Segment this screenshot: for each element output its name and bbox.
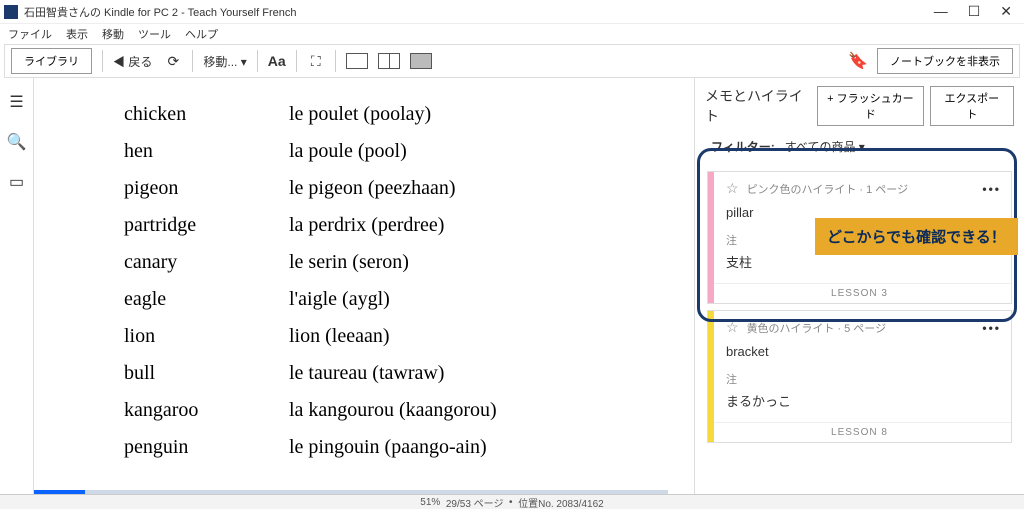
highlight-color-yellow <box>708 311 714 442</box>
toolbar: ライブラリ ◀ 戻る ⟳ 移動... ▾ Aa ⛶ 🔖 ノートブックを非表示 <box>4 44 1020 78</box>
font-button[interactable]: Aa <box>268 52 286 70</box>
status-pages: 29/53 ページ <box>446 495 504 510</box>
single-page-icon[interactable] <box>346 53 368 69</box>
reading-progress-bar[interactable] <box>34 490 668 494</box>
highlight-word: bracket <box>708 342 1011 369</box>
statusbar: 51% 29/53 ページ • 位置No. 2083/4162 <box>0 494 1024 509</box>
more-icon[interactable]: ••• <box>982 321 1001 335</box>
toolbar-divider <box>335 50 336 72</box>
grid-view-icon[interactable] <box>410 53 432 69</box>
toolbar-divider <box>296 50 297 72</box>
flashcard-button[interactable]: + フラッシュカード <box>817 86 924 126</box>
vocab-row: chickenle poulet (poolay) <box>124 96 634 133</box>
menu-file[interactable]: ファイル <box>8 26 52 42</box>
toolbar-divider <box>102 50 103 72</box>
export-button[interactable]: エクスポート <box>930 86 1014 126</box>
vocab-row: bullle taureau (tawraw) <box>124 355 634 392</box>
fullscreen-icon[interactable]: ⛶ <box>307 52 325 70</box>
search-icon[interactable]: 🔍 <box>7 132 27 152</box>
vocab-row: partridgela perdrix (perdree) <box>124 207 634 244</box>
star-icon[interactable]: ☆ <box>726 319 739 336</box>
sidebar-title: メモとハイライト <box>705 86 811 126</box>
minimize-button[interactable]: — <box>934 3 948 20</box>
menu-move[interactable]: 移動 <box>102 26 124 42</box>
filter-dropdown[interactable]: すべての商品 ▾ <box>785 138 865 155</box>
two-page-icon[interactable] <box>378 53 400 69</box>
vocab-row: canaryle serin (seron) <box>124 244 634 281</box>
maximize-button[interactable]: ☐ <box>968 3 981 20</box>
reader-pane: chickenle poulet (poolay) henla poule (p… <box>34 78 694 494</box>
lesson-label: LESSON 8 <box>708 422 1011 442</box>
star-icon[interactable]: ☆ <box>726 180 739 197</box>
menu-help[interactable]: ヘルプ <box>185 26 218 42</box>
window-title: 石田智貴さんの Kindle for PC 2 - Teach Yourself… <box>24 4 934 20</box>
library-button[interactable]: ライブラリ <box>11 48 92 74</box>
menu-tool[interactable]: ツール <box>138 26 171 42</box>
bookmark-icon[interactable]: 🔖 <box>849 52 867 70</box>
vocab-row: eaglel'aigle (aygl) <box>124 281 634 318</box>
toolbar-divider <box>192 50 193 72</box>
vocab-row: penguinle pingouin (paango-ain) <box>124 429 634 466</box>
app-icon <box>4 5 18 19</box>
window-titlebar: 石田智貴さんの Kindle for PC 2 - Teach Yourself… <box>0 0 1024 24</box>
back-button[interactable]: ◀ 戻る <box>113 53 152 70</box>
left-icon-strip: ☰ 🔍 ▭ <box>0 78 34 494</box>
more-icon[interactable]: ••• <box>982 182 1001 196</box>
cards-icon[interactable]: ▭ <box>9 172 24 192</box>
annotation-label: どこからでも確認できる！ <box>815 218 1018 255</box>
lesson-label: LESSON 3 <box>708 283 1011 303</box>
vocab-row: henla poule (pool) <box>124 133 634 170</box>
close-button[interactable]: ✕ <box>1000 3 1012 20</box>
highlight-meta: 黄色のハイライト · 5 ページ <box>747 320 975 336</box>
toc-icon[interactable]: ☰ <box>9 92 23 112</box>
note-text: まるかっこ <box>708 389 1011 422</box>
highlight-color-pink <box>708 172 714 303</box>
hide-notebook-button[interactable]: ノートブックを非表示 <box>877 48 1013 74</box>
vocab-row: kangaroola kangourou (kaangorou) <box>124 392 634 429</box>
status-percent: 51% <box>420 497 440 508</box>
move-dropdown[interactable]: 移動... ▾ <box>203 53 246 70</box>
notebook-sidebar: メモとハイライト + フラッシュカード エクスポート フィルター: すべての商品… <box>694 78 1024 494</box>
highlight-meta: ピンク色のハイライト · 1 ページ <box>747 181 975 197</box>
vocab-row: lionlion (leeaan) <box>124 318 634 355</box>
refresh-icon[interactable]: ⟳ <box>164 52 182 70</box>
note-label: 注 <box>708 369 1011 389</box>
vocab-row: pigeonle pigeon (peezhaan) <box>124 170 634 207</box>
toolbar-divider <box>257 50 258 72</box>
highlight-card[interactable]: ☆ 黄色のハイライト · 5 ページ ••• bracket 注 まるかっこ L… <box>707 310 1012 443</box>
status-location: 位置No. 2083/4162 <box>518 495 604 510</box>
filter-label: フィルター: <box>711 138 775 155</box>
menubar: ファイル 表示 移動 ツール ヘルプ <box>0 24 1024 44</box>
menu-view[interactable]: 表示 <box>66 26 88 42</box>
